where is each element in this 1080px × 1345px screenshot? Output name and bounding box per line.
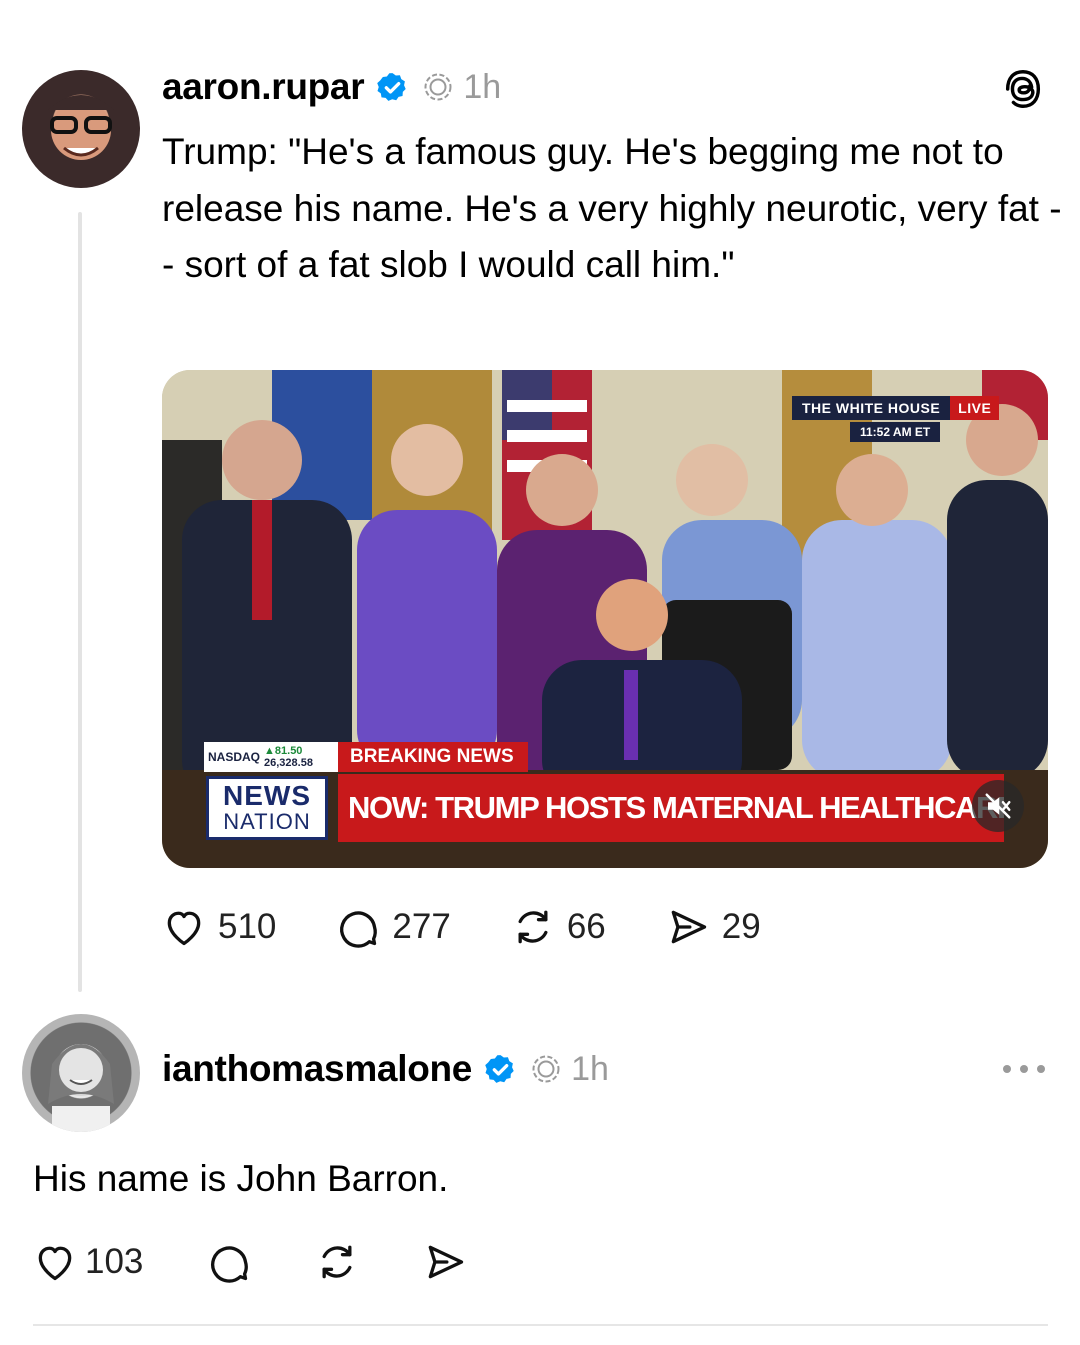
stock-ticker: NASDAQ ▲81.50 26,328.58	[204, 742, 338, 772]
verified-badge-icon	[485, 1054, 514, 1083]
thread-line	[78, 212, 82, 992]
reply-timestamp: 1h	[571, 1049, 609, 1088]
news-headline: NOW: TRUMP HOSTS MATERNAL HEALTHCARE EVE	[338, 774, 1004, 842]
username[interactable]: aaron.rupar	[162, 66, 365, 108]
video-media[interactable]: THE WHITE HOUSE LIVE 11:52 AM ET NASDAQ …	[162, 370, 1048, 868]
like-count: 510	[218, 907, 277, 946]
ticker-change: ▲81.50	[264, 745, 303, 757]
ticker-value: 26,328.58	[264, 757, 313, 769]
like-button[interactable]: 103	[33, 1240, 143, 1284]
reply-text: His name is John Barron.	[33, 1158, 449, 1199]
threads-logo-icon[interactable]	[1000, 66, 1046, 112]
post-header: aaron.rupar 1h	[162, 62, 501, 112]
reply-header: ianthomasmalone 1h	[162, 1044, 609, 1094]
like-count: 103	[85, 1242, 144, 1281]
share-button[interactable]	[423, 1240, 467, 1284]
avatar[interactable]	[22, 70, 140, 188]
share-count: 29	[721, 907, 761, 946]
more-icon[interactable]	[1000, 1062, 1048, 1076]
live-label: LIVE	[950, 396, 1000, 420]
heart-icon	[38, 1246, 72, 1281]
threads-glyph-icon	[424, 73, 452, 101]
comment-button[interactable]: 277	[336, 905, 451, 949]
like-button[interactable]: 510	[162, 905, 276, 949]
network-logo-line2: NATION	[223, 809, 311, 834]
timestamp: 1h	[463, 67, 502, 106]
verified-badge-icon	[377, 72, 407, 101]
mute-icon	[985, 793, 1011, 819]
repost-button[interactable]	[315, 1240, 359, 1284]
repost-icon	[518, 910, 548, 944]
breaking-news-label: BREAKING NEWS	[338, 742, 528, 772]
comment-icon	[211, 1246, 249, 1283]
share-icon	[429, 1245, 464, 1279]
divider	[33, 1324, 1048, 1326]
post-actions: 510 277 66 29	[162, 905, 821, 949]
reply-actions: 103	[33, 1240, 531, 1284]
comment-icon	[340, 911, 378, 948]
ticker-values: ▲81.50 26,328.58	[264, 745, 313, 769]
comment-button[interactable]	[207, 1240, 251, 1284]
repost-count: 66	[566, 907, 606, 946]
heart-icon	[167, 911, 201, 946]
reply-avatar[interactable]	[22, 1014, 140, 1132]
reply-count: 277	[392, 907, 451, 946]
threads-glyph-icon	[532, 1055, 560, 1083]
network-logo-line1: NEWS	[223, 780, 311, 811]
share-icon	[671, 910, 706, 944]
repost-button[interactable]: 66	[511, 905, 606, 949]
ticker-label: NASDAQ	[208, 750, 261, 764]
post-text: Trump: "He's a famous guy. He's begging …	[162, 131, 1062, 285]
post: aaron.rupar 1h Trump: "He's a famous guy…	[0, 0, 1080, 1000]
mute-button[interactable]	[972, 780, 1024, 832]
share-button[interactable]: 29	[666, 905, 761, 949]
repost-icon	[322, 1245, 352, 1279]
reply-username[interactable]: ianthomasmalone	[162, 1048, 472, 1090]
broadcast-time: 11:52 AM ET	[850, 422, 941, 442]
channel-name: THE WHITE HOUSE	[792, 396, 951, 420]
network-logo: NEWS NATION	[206, 776, 328, 840]
channel-badge: THE WHITE HOUSE LIVE	[792, 396, 1000, 420]
